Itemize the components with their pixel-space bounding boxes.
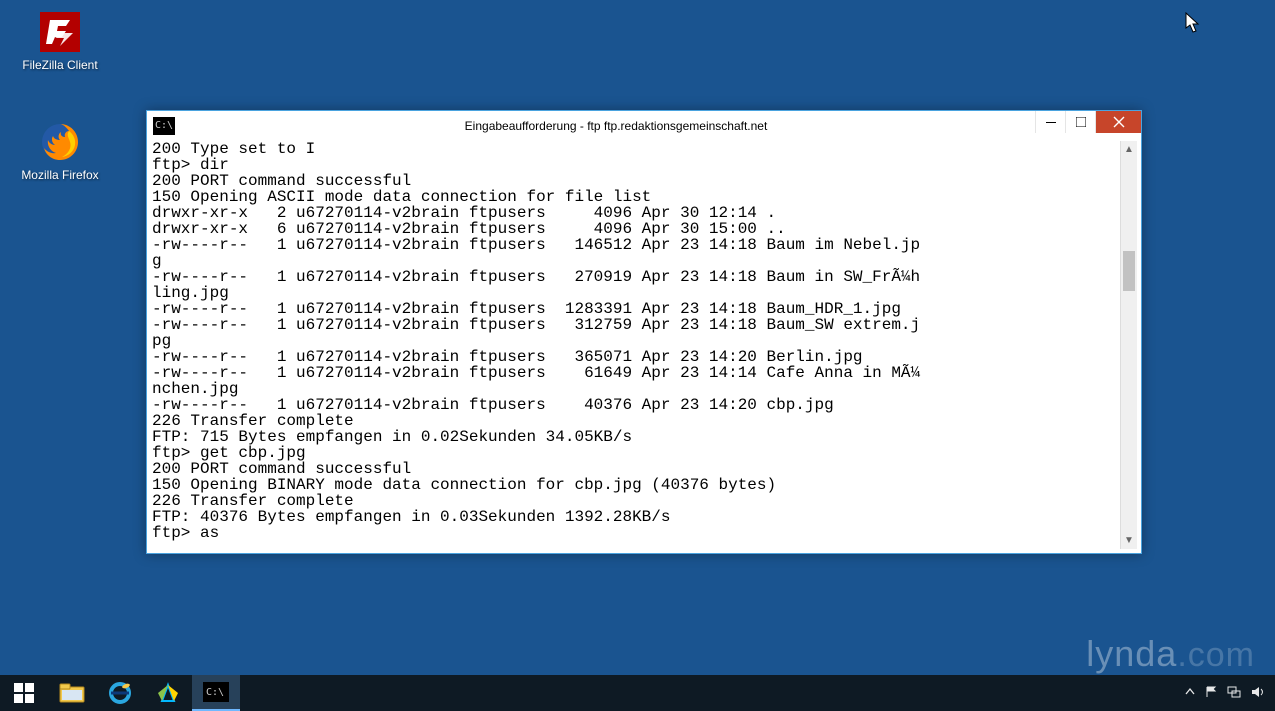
taskbar-ie[interactable]	[96, 675, 144, 711]
system-tray	[1175, 675, 1275, 711]
tray-up-icon[interactable]	[1185, 687, 1195, 700]
start-button[interactable]	[0, 675, 48, 711]
cmd-window: C:\ Eingabeaufforderung - ftp ftp.redakt…	[146, 110, 1142, 554]
terminal-output[interactable]: 200 Type set to I ftp> dir 200 PORT comm…	[151, 141, 1120, 549]
window-title: Eingabeaufforderung - ftp ftp.redaktions…	[181, 119, 1141, 133]
desktop-icon-label: FileZilla Client	[10, 58, 110, 72]
taskbar-cmd[interactable]: C:\	[192, 675, 240, 711]
tray-network-icon[interactable]	[1227, 686, 1241, 701]
minimize-button[interactable]	[1035, 111, 1065, 133]
cmd-sysmenu-icon[interactable]: C:\	[153, 117, 175, 135]
watermark-suffix: .com	[1177, 636, 1255, 674]
scroll-up-button[interactable]: ▲	[1121, 141, 1137, 158]
tray-flag-icon[interactable]	[1205, 686, 1217, 701]
maximize-button[interactable]	[1065, 111, 1095, 133]
svg-text:C:\: C:\	[206, 687, 224, 698]
desktop[interactable]: FileZilla Client Mozilla Firefox C:\ Ein…	[0, 0, 1275, 711]
scroll-thumb[interactable]	[1123, 251, 1135, 291]
scroll-down-button[interactable]: ▼	[1121, 532, 1137, 549]
tray-volume-icon[interactable]	[1251, 686, 1265, 701]
watermark: lynda.com	[1086, 633, 1255, 675]
close-button[interactable]	[1095, 111, 1141, 133]
taskbar-store[interactable]	[144, 675, 192, 711]
taskbar: C:\	[0, 675, 1275, 711]
titlebar[interactable]: C:\ Eingabeaufforderung - ftp ftp.redakt…	[147, 111, 1141, 141]
firefox-icon	[36, 118, 84, 166]
desktop-icon-filezilla[interactable]: FileZilla Client	[10, 8, 110, 72]
filezilla-icon	[36, 8, 84, 56]
watermark-brand: lynda	[1086, 633, 1177, 674]
taskbar-explorer[interactable]	[48, 675, 96, 711]
desktop-icon-label: Mozilla Firefox	[10, 168, 110, 182]
scrollbar-vertical[interactable]: ▲ ▼	[1120, 141, 1137, 549]
mouse-cursor	[1185, 12, 1201, 34]
desktop-icon-firefox[interactable]: Mozilla Firefox	[10, 118, 110, 182]
